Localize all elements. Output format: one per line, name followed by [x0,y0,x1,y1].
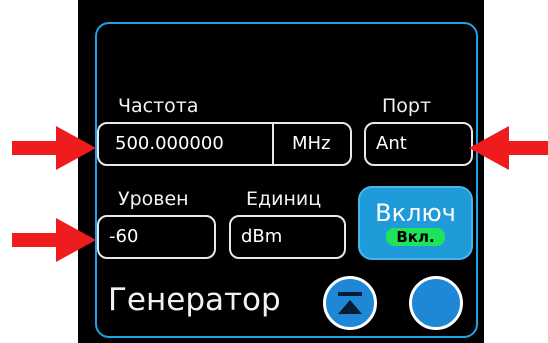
frequency-unit[interactable]: MHz [292,133,331,155]
page-title: Генератор [108,282,281,318]
port-label: Порт [382,95,432,117]
red-arrow-icon [12,126,96,170]
units-value: dBm [241,226,283,247]
circle-button[interactable] [409,276,463,330]
level-label: Уровен [118,188,189,210]
level-field[interactable]: -60 [97,215,216,259]
frequency-value: 500.000000 [115,133,224,154]
frequency-unit-divider [272,124,274,164]
port-value: Ant [376,133,407,154]
units-field[interactable]: dBm [229,215,346,259]
red-arrow-icon [12,218,96,262]
frequency-field[interactable]: 500.000000 MHz [97,122,352,166]
red-arrow-icon [469,126,548,170]
level-value: -60 [109,226,139,247]
output-toggle-label: Включ [375,199,456,227]
output-toggle-button[interactable]: Включ Вкл. [358,186,473,260]
port-field[interactable]: Ant [364,122,473,166]
output-state-badge: Вкл. [386,228,445,246]
frequency-label: Частота [118,95,199,117]
units-label: Единиц [246,188,322,210]
collapse-button[interactable] [323,276,377,330]
collapse-icon [338,292,362,314]
